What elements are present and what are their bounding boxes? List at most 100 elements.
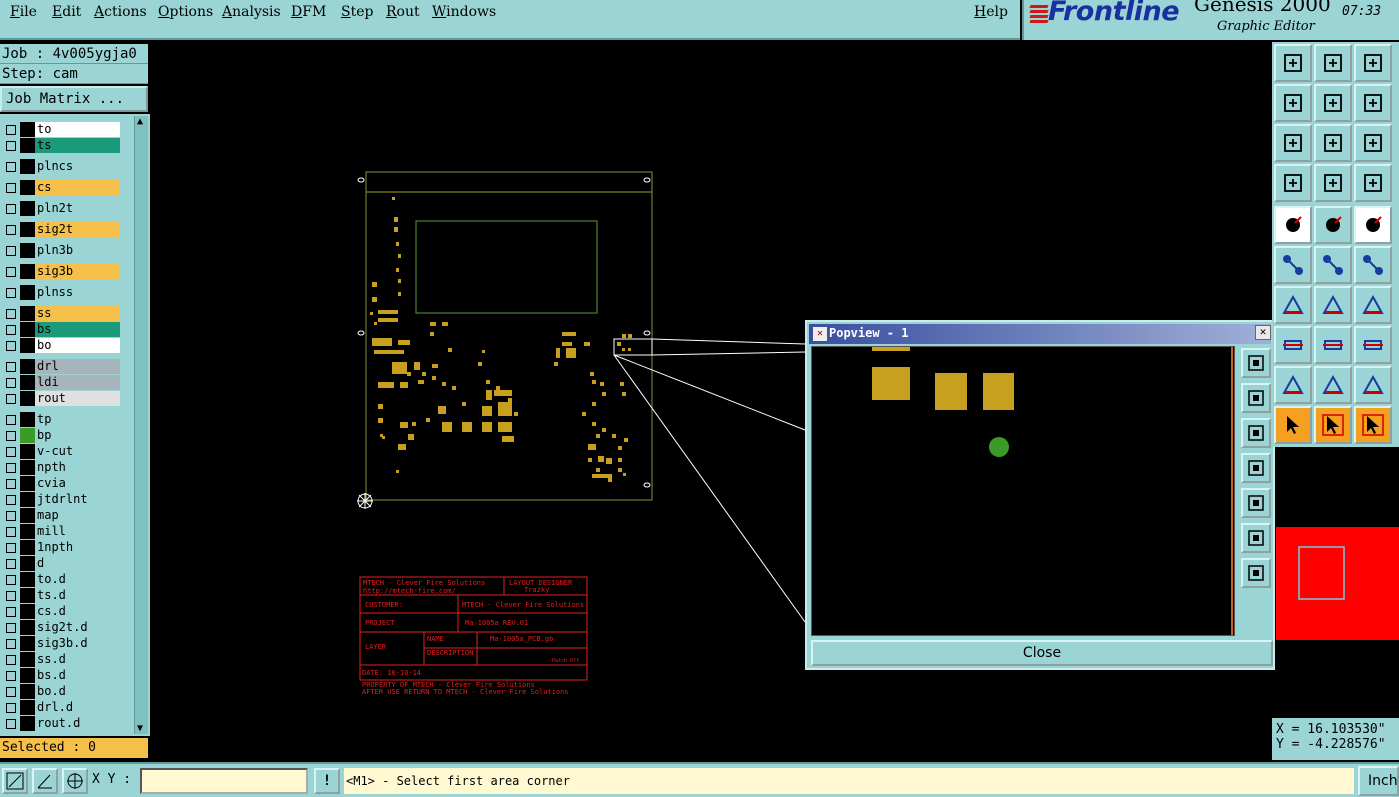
layer-name[interactable]: drl.d <box>35 700 120 715</box>
layer-affected-swatch[interactable] <box>20 138 35 153</box>
layer-checkbox[interactable] <box>6 495 16 505</box>
layer-name[interactable]: plncs <box>35 159 120 174</box>
zoom-fit-icon[interactable] <box>1241 348 1271 378</box>
layer-name[interactable]: rout <box>35 391 120 406</box>
layer-row-to[interactable]: to <box>2 122 120 137</box>
layer-row-v-cut[interactable]: v-cut <box>2 444 120 459</box>
triangle-icon[interactable] <box>1274 366 1312 404</box>
layer-row-d[interactable]: d <box>2 556 120 571</box>
add-pad-icon[interactable] <box>1274 326 1312 364</box>
layer-row-plncs[interactable]: plncs <box>2 159 120 174</box>
layer-row-pln2t[interactable]: pln2t <box>2 201 120 216</box>
layer-affected-swatch[interactable] <box>20 201 35 216</box>
pan-down-icon[interactable] <box>1241 418 1271 448</box>
layer-row-cvia[interactable]: cvia <box>2 476 120 491</box>
layer-checkbox[interactable] <box>6 267 16 277</box>
layer-row-sig3b-d[interactable]: sig3b.d <box>2 636 120 651</box>
layer-name[interactable]: sig3b <box>35 264 120 279</box>
layer-checkbox[interactable] <box>6 623 16 633</box>
layer-affected-swatch[interactable] <box>20 322 35 337</box>
text-icon[interactable] <box>1354 366 1392 404</box>
pan-right-icon[interactable] <box>1241 488 1271 518</box>
menu-dfm[interactable]: DFM <box>291 4 326 20</box>
layer-checkbox[interactable] <box>6 559 16 569</box>
layer-name[interactable]: pln3b <box>35 243 120 258</box>
layer-name[interactable]: cs <box>35 180 120 195</box>
layer-name[interactable]: plnss <box>35 285 120 300</box>
layer-name[interactable]: drl <box>35 359 120 374</box>
layer-name[interactable]: mill <box>35 524 120 539</box>
layer-affected-swatch[interactable] <box>20 556 35 571</box>
zoom-home-icon[interactable] <box>1274 44 1312 82</box>
layer-name[interactable]: bp <box>35 428 120 443</box>
menu-windows[interactable]: Windows <box>432 4 496 20</box>
layer-affected-swatch[interactable] <box>20 375 35 390</box>
layer-row-drl-d[interactable]: drl.d <box>2 700 120 715</box>
layer-row-bo-d[interactable]: bo.d <box>2 684 120 699</box>
layer-row-map[interactable]: map <box>2 508 120 523</box>
layer-affected-swatch[interactable] <box>20 668 35 683</box>
layer-checkbox[interactable] <box>6 341 16 351</box>
layer-checkbox[interactable] <box>6 246 16 256</box>
layer-name[interactable]: ss.d <box>35 652 120 667</box>
layer-checkbox[interactable] <box>6 394 16 404</box>
layer-row-bp[interactable]: bp <box>2 428 120 443</box>
layer-name[interactable]: sig2t <box>35 222 120 237</box>
layer-checkbox[interactable] <box>6 527 16 537</box>
connect-icon[interactable] <box>1274 246 1312 284</box>
layer-row-npth[interactable]: npth <box>2 460 120 475</box>
grid-icon[interactable] <box>1314 164 1352 202</box>
layer-name[interactable]: d <box>35 556 120 571</box>
layer-affected-swatch[interactable] <box>20 476 35 491</box>
layer-checkbox[interactable] <box>6 125 16 135</box>
layer-affected-swatch[interactable] <box>20 460 35 475</box>
pan-up-icon[interactable] <box>1241 383 1271 413</box>
layer-affected-swatch[interactable] <box>20 359 35 374</box>
layer-name[interactable]: cvia <box>35 476 120 491</box>
layer-checkbox[interactable] <box>6 362 16 372</box>
popview-close-icon[interactable]: ✕ <box>1255 325 1271 340</box>
layer-name[interactable]: cs.d <box>35 604 120 619</box>
layer-affected-swatch[interactable] <box>20 604 35 619</box>
layer-name[interactable]: rout.d <box>35 716 120 731</box>
layer-row-pln3b[interactable]: pln3b <box>2 243 120 258</box>
layer-affected-swatch[interactable] <box>20 700 35 715</box>
line-angle-icon[interactable] <box>1274 286 1312 324</box>
layer-name[interactable]: map <box>35 508 120 523</box>
layer-name[interactable]: bo.d <box>35 684 120 699</box>
layer-checkbox[interactable] <box>6 162 16 172</box>
menu-edit[interactable]: Edit <box>52 4 81 20</box>
layer-checkbox[interactable] <box>6 431 16 441</box>
layer-checkbox[interactable] <box>6 309 16 319</box>
job-matrix-button[interactable]: Job Matrix ... <box>0 86 148 112</box>
layer-affected-swatch[interactable] <box>20 243 35 258</box>
layer-name[interactable]: ts.d <box>35 588 120 603</box>
layer-affected-swatch[interactable] <box>20 306 35 321</box>
pad-icon[interactable] <box>1274 206 1312 244</box>
layer-name[interactable]: ts <box>35 138 120 153</box>
layer-row-sig2t[interactable]: sig2t <box>2 222 120 237</box>
layer-affected-swatch[interactable] <box>20 338 35 353</box>
layer-row-1npth[interactable]: 1npth <box>2 540 120 555</box>
layer-name[interactable]: v-cut <box>35 444 120 459</box>
layer-name[interactable]: to.d <box>35 572 120 587</box>
layer-affected-swatch[interactable] <box>20 572 35 587</box>
layer-checkbox[interactable] <box>6 671 16 681</box>
layer-name[interactable]: sig2t.d <box>35 620 120 635</box>
select-icon[interactable] <box>1274 406 1312 444</box>
layer-row-to-d[interactable]: to.d <box>2 572 120 587</box>
layer-row-ldi[interactable]: ldi <box>2 375 120 390</box>
layer-checkbox[interactable] <box>6 479 16 489</box>
layer-row-ts[interactable]: ts <box>2 138 120 153</box>
arrow-up-icon[interactable] <box>1314 366 1352 404</box>
layer-affected-swatch[interactable] <box>20 264 35 279</box>
delete-feature-icon[interactable] <box>1314 246 1352 284</box>
grid-snap-icon[interactable] <box>62 768 88 794</box>
layer-name[interactable]: npth <box>35 460 120 475</box>
select-area-icon[interactable] <box>1354 406 1392 444</box>
layer-checkbox[interactable] <box>6 543 16 553</box>
layer-swap-icon[interactable] <box>1354 164 1392 202</box>
units-button[interactable]: Inch <box>1358 766 1399 796</box>
zoom-area-icon[interactable] <box>1354 44 1392 82</box>
zoom-fit-icon[interactable] <box>1314 124 1352 162</box>
